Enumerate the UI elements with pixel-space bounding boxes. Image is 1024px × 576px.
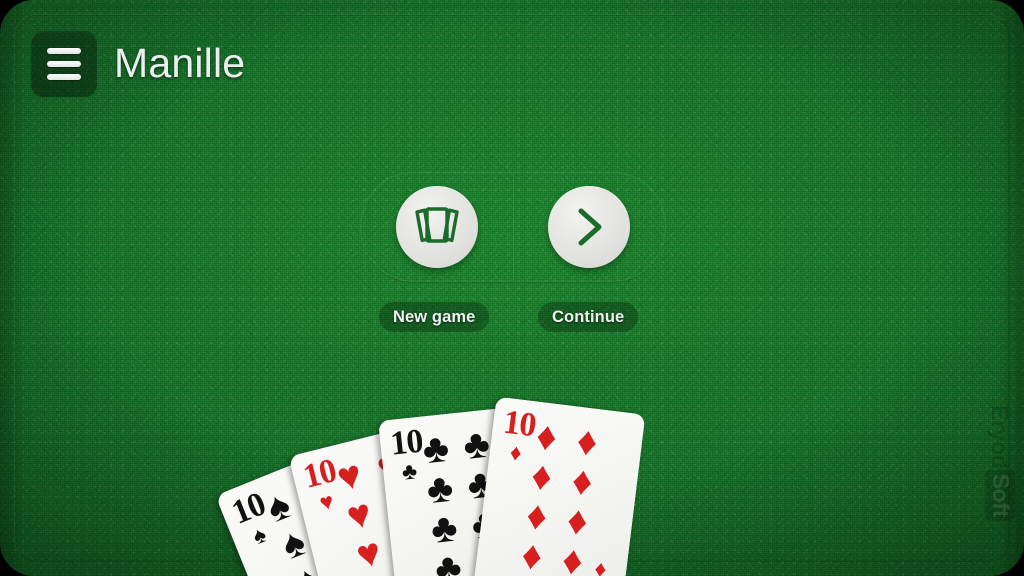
cards-fan-icon (415, 207, 459, 243)
card-corner-index: 10♦ (579, 557, 618, 576)
card-pip: ♦ (559, 537, 586, 576)
continue-button-face (548, 186, 630, 268)
card-suit-icon: ♥ (316, 487, 337, 516)
playing-card[interactable]: ♦♦♦♦♦♦♦♦♦♦10♦10♦ (470, 396, 646, 576)
new-game-button-face (396, 186, 478, 268)
hamburger-icon-bar (47, 61, 81, 67)
card-rank: 10 (388, 422, 425, 463)
card-pip: ♦ (528, 453, 555, 500)
new-game-button[interactable] (361, 173, 513, 281)
card-pip: ♦ (574, 418, 601, 465)
menu-button[interactable] (31, 31, 97, 97)
card-suit-icon: ♣ (400, 457, 419, 485)
new-game-label[interactable]: New game (379, 302, 490, 332)
app-header: Manille (0, 0, 1024, 112)
card-pip: ♦ (564, 498, 591, 545)
card-pip: ♣ (461, 421, 492, 469)
card-pip: ♣ (428, 505, 460, 552)
card-pip: ♦ (569, 458, 596, 505)
chevron-right-icon (578, 208, 602, 246)
card-suit-icon: ♦ (592, 557, 608, 576)
card-pip: ♦ (524, 493, 550, 540)
card-pip: ♣ (432, 545, 464, 576)
card-pip: ♦ (519, 532, 545, 576)
card-rank: 10 (501, 403, 538, 445)
game-screen: Manille New game Continue ♠ ♠ 10 ♠ ♥ ♥ ♥… (0, 0, 1024, 576)
card-suit-icon: ♦ (508, 438, 524, 466)
page-title: Manille (114, 40, 246, 86)
hamburger-icon-bar (47, 74, 81, 80)
card-corner-index: 10♣ (388, 422, 427, 485)
card-pip: ♣ (424, 465, 456, 513)
hamburger-icon-bar (47, 48, 81, 54)
card-suit-icon: ♠ (248, 520, 270, 550)
card-pip: ♦ (533, 413, 560, 460)
continue-button[interactable] (513, 173, 665, 281)
main-menu-capsule (360, 172, 666, 282)
card-pip: ♣ (420, 425, 452, 473)
card-corner-index: 10♦ (499, 403, 538, 466)
continue-label[interactable]: Continue (538, 302, 639, 332)
